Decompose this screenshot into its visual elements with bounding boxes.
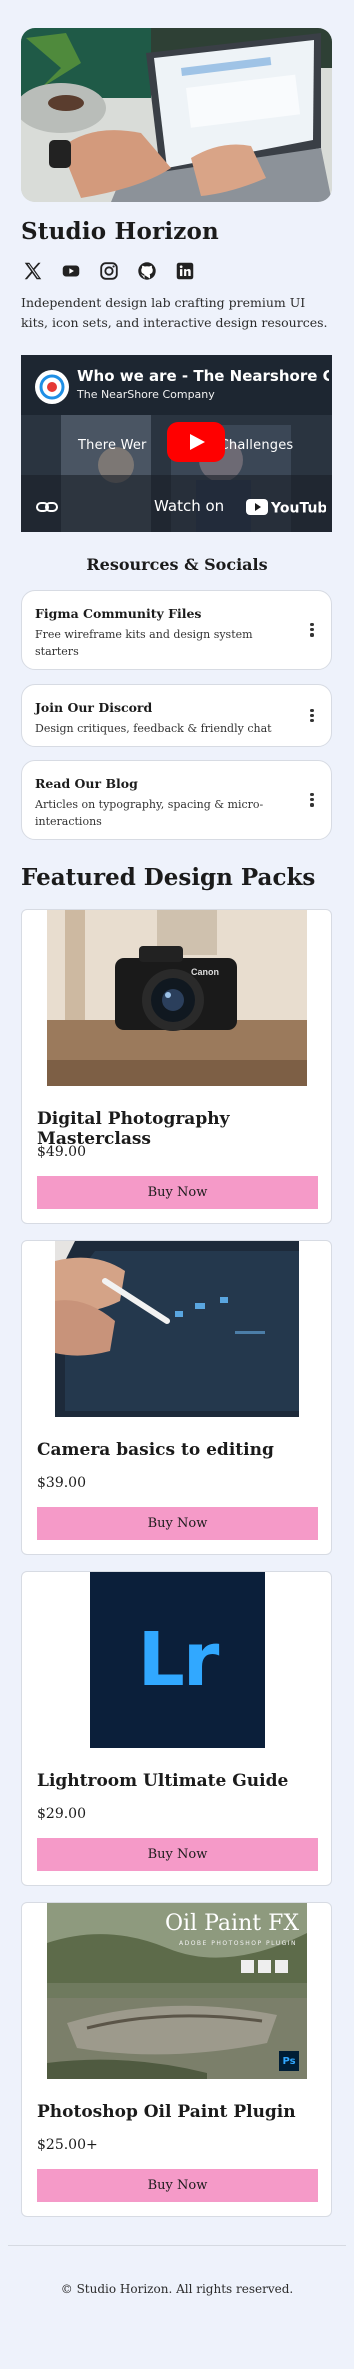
banner-title: Oil Paint FX — [165, 1911, 299, 1936]
buy-now-button[interactable]: Buy Now — [37, 2169, 318, 2202]
product-price: $29.00 — [37, 1806, 86, 1822]
product-image[interactable]: Oil Paint FX ADOBE PHOTOSHOP PLUGIN Ps — [47, 1903, 307, 2079]
product-title[interactable]: Camera basics to editing — [37, 1440, 274, 1460]
product-card: Camera basics to editing $39.00 Buy Now — [21, 1240, 332, 1555]
video-embed[interactable]: Who we are - The Nearshore Com The NearS… — [21, 355, 332, 532]
tablet-photo — [55, 1241, 299, 1417]
youtube-icon[interactable] — [59, 259, 83, 283]
instagram-icon[interactable] — [97, 259, 121, 283]
product-card: Canon Digital Photography Masterclass $4… — [21, 909, 332, 1224]
resources-heading: Resources & Socials — [86, 555, 268, 574]
x-icon[interactable] — [21, 259, 45, 283]
video-channel[interactable]: The NearShore Company — [77, 388, 215, 401]
channel-avatar[interactable] — [35, 370, 69, 404]
lightroom-logo[interactable]: Lr — [90, 1572, 265, 1748]
play-button[interactable] — [167, 422, 225, 462]
product-price: $39.00 — [37, 1475, 86, 1491]
lightroom-logo-text: Lr — [137, 1617, 220, 1703]
buy-now-button[interactable]: Buy Now — [37, 1176, 318, 1209]
resource-card-blog[interactable]: Read Our Blog Articles on typography, sp… — [21, 760, 332, 840]
resource-card-figma[interactable]: Figma Community Files Free wireframe kit… — [21, 590, 332, 670]
social-links — [21, 258, 197, 284]
resource-card-discord[interactable]: Join Our Discord Design critiques, feedb… — [21, 684, 332, 747]
link-icon[interactable] — [35, 496, 59, 518]
resource-description: Design critiques, feedback & friendly ch… — [35, 722, 272, 735]
product-card: Oil Paint FX ADOBE PHOTOSHOP PLUGIN Ps P… — [21, 1902, 332, 2217]
footer-copyright: © Studio Horizon. All rights reserved. — [60, 2282, 294, 2296]
product-price: $25.00+ — [37, 2137, 98, 2153]
more-options-icon[interactable] — [307, 621, 317, 639]
linkedin-icon[interactable] — [173, 259, 197, 283]
resource-title: Read Our Blog — [35, 776, 138, 791]
buy-now-button[interactable]: Buy Now — [37, 1507, 318, 1540]
product-title[interactable]: Photoshop Oil Paint Plugin — [37, 2102, 296, 2122]
product-title[interactable]: Lightroom Ultimate Guide — [37, 1771, 288, 1791]
footer-divider — [8, 2245, 346, 2246]
more-options-icon[interactable] — [307, 707, 317, 725]
watch-on-label[interactable]: Watch on — [154, 497, 224, 515]
resource-title: Figma Community Files — [35, 606, 202, 621]
product-image[interactable]: Canon — [47, 910, 307, 1086]
youtube-logo[interactable]: YouTube — [246, 493, 326, 521]
photoshop-badge: Ps — [279, 2051, 299, 2071]
page: Studio Horizon Independent design lab cr… — [0, 0, 354, 2369]
camera-photo: Canon — [47, 910, 307, 1086]
resource-description: Articles on typography, spacing & micro-… — [35, 798, 264, 828]
product-price: $49.00 — [37, 1144, 86, 1160]
banner-subtitle: ADOBE PHOTOSHOP PLUGIN — [178, 1940, 297, 1947]
resource-description: Free wireframe kits and design system st… — [35, 628, 253, 658]
featured-heading: Featured Design Packs — [21, 864, 316, 891]
video-caption-left: There Wer — [78, 438, 147, 453]
github-icon[interactable] — [135, 259, 159, 283]
laptop-photo — [21, 28, 332, 202]
video-caption-right: Challenges — [219, 438, 294, 453]
youtube-brand: YouTube — [270, 501, 326, 517]
resource-title: Join Our Discord — [35, 700, 153, 715]
product-title[interactable]: Digital Photography Masterclass — [37, 1109, 331, 1149]
buy-now-button[interactable]: Buy Now — [37, 1838, 318, 1871]
product-image[interactable] — [55, 1241, 299, 1417]
profile-bio: Independent design lab crafting premium … — [21, 295, 328, 330]
page-title: Studio Horizon — [21, 218, 219, 245]
video-title[interactable]: Who we are - The Nearshore Com — [77, 367, 329, 385]
more-options-icon[interactable] — [307, 791, 317, 809]
svg-text:Canon: Canon — [191, 967, 219, 977]
product-card: Lr Lightroom Ultimate Guide $29.00 Buy N… — [21, 1571, 332, 1886]
hero-image — [21, 28, 332, 202]
